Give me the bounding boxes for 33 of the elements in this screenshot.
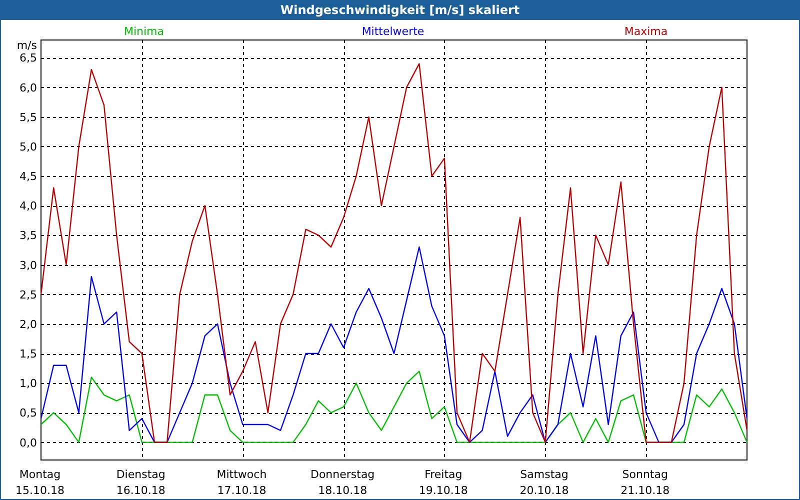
y-tick-label: 5,0	[20, 140, 37, 154]
day-label: Mittwoch	[216, 468, 267, 481]
y-tick-label: 4,5	[20, 170, 37, 184]
y-tick-label: 3,5	[20, 229, 37, 242]
y-tick-label: 4,0	[20, 200, 37, 213]
date-label: 19.10.18	[418, 484, 468, 497]
window-title: Windgeschwindigkeit [m/s] skaliert	[280, 3, 520, 17]
legend-label: Mittelwerte	[362, 25, 424, 38]
y-tick-label: 5,5	[20, 110, 37, 124]
date-label: 21.10.18	[620, 484, 670, 497]
date-label: 16.10.18	[116, 484, 166, 497]
day-label: Freitag	[424, 468, 462, 481]
date-label: 17.10.18	[217, 484, 266, 497]
legend-label: Maxima	[624, 25, 668, 38]
date-label: 20.10.18	[520, 484, 569, 497]
y-tick-label: 0,5	[20, 406, 37, 420]
day-label: Donnerstag	[310, 468, 375, 481]
day-label: Samstag	[520, 468, 568, 481]
y-tick-label: 1,5	[20, 348, 37, 361]
day-label: Montag	[19, 468, 61, 481]
y-tick-label: 6,5	[20, 52, 37, 65]
y-tick-label: 6,0	[20, 81, 37, 94]
date-label: 18.10.18	[318, 484, 368, 497]
legend-label: Minima	[124, 25, 164, 38]
y-tick-label: 2,5	[20, 288, 37, 302]
y-tick-label: 2,0	[20, 318, 37, 331]
y-tick-label: 1,0	[20, 377, 37, 390]
date-label: 15.10.18	[16, 484, 64, 497]
unit-label: m/s	[16, 39, 37, 52]
y-tick-label: 3,0	[20, 258, 37, 272]
day-label: Sonntag	[622, 468, 668, 481]
day-label: Dienstag	[116, 468, 166, 481]
y-tick-label: 0,0	[20, 436, 37, 450]
